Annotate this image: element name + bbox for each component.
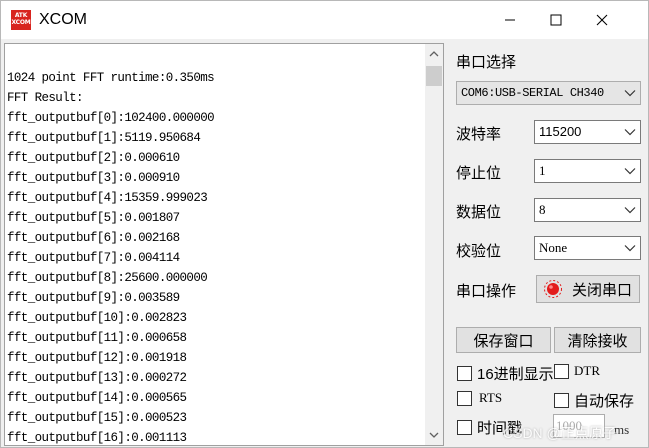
baud-select-value: 115200 [539, 124, 582, 139]
chevron-down-icon [429, 432, 439, 438]
parity-select[interactable]: None [534, 236, 641, 260]
hex-display-label: 16进制显示 [477, 366, 554, 383]
output-line: fft_outputbuf[9]:0.003589 [7, 291, 180, 305]
close-icon [596, 14, 608, 26]
port-select[interactable]: COM6:USB-SERIAL CH340 [456, 81, 641, 105]
port-operation-label: 串口操作 [456, 283, 517, 300]
checkbox-box[interactable] [457, 366, 472, 381]
maximize-button[interactable] [533, 1, 579, 39]
title-bar[interactable]: ATK XCOM XCOM [1, 1, 648, 39]
scroll-down-button[interactable] [425, 425, 443, 445]
close-port-label: 关闭串口 [572, 281, 633, 299]
chevron-down-icon [624, 168, 636, 175]
close-button[interactable] [579, 1, 625, 39]
checkbox-box[interactable] [554, 363, 569, 379]
hex-display-checkbox[interactable]: 16进制显示 [457, 363, 554, 384]
output-line: fft_outputbuf[12]:0.001918 [7, 351, 187, 365]
auto-save-label: 自动保存 [574, 393, 635, 410]
app-logo-icon: ATK XCOM [11, 10, 31, 30]
output-line: fft_outputbuf[2]:0.000610 [7, 151, 180, 165]
output-line: fft_outputbuf[16]:0.001113 [7, 431, 187, 445]
scroll-up-button[interactable] [425, 44, 443, 64]
chevron-down-icon [624, 245, 636, 252]
close-port-button[interactable]: 关闭串口 [536, 275, 640, 303]
port-select-label: 串口选择 [456, 54, 517, 71]
baud-label: 波特率 [456, 126, 502, 143]
rts-label: RTS [479, 390, 503, 405]
chevron-down-icon [624, 207, 636, 214]
output-line: fft_outputbuf[10]:0.002823 [7, 311, 187, 325]
checkbox-box[interactable] [457, 420, 472, 435]
output-line: fft_outputbuf[1]:5119.950684 [7, 131, 201, 145]
chevron-down-icon [624, 129, 636, 136]
output-line: fft_outputbuf[13]:0.000272 [7, 371, 187, 385]
output-line: fft_outputbuf[11]:0.000658 [7, 331, 187, 345]
output-line: fft_outputbuf[0]:102400.000000 [7, 111, 215, 125]
output-line: fft_outputbuf[6]:0.002168 [7, 231, 180, 245]
dtr-checkbox[interactable]: DTR [554, 363, 600, 379]
output-text: 1024 point FFT runtime:0.350ms FFT Result… [7, 68, 421, 445]
scroll-thumb[interactable] [426, 66, 442, 86]
maximize-icon [550, 14, 562, 26]
chevron-up-icon [429, 51, 439, 57]
rts-checkbox[interactable]: RTS [457, 390, 502, 406]
stop-bits-label: 停止位 [456, 165, 502, 182]
output-line: fft_outputbuf[5]:0.001807 [7, 211, 180, 225]
minimize-button[interactable] [487, 1, 533, 39]
window-title: XCOM [39, 11, 87, 28]
stop-bits-value: 1 [539, 163, 546, 178]
auto-save-checkbox[interactable]: 自动保存 [554, 390, 634, 411]
output-line: fft_outputbuf[7]:0.004114 [7, 251, 180, 265]
vertical-scrollbar[interactable] [425, 44, 443, 445]
clear-receive-button[interactable]: 清除接收 [554, 327, 641, 353]
watermark: CSDN @正点原子 [503, 425, 617, 441]
led-indicator-icon [544, 280, 562, 298]
data-bits-label: 数据位 [456, 204, 502, 221]
chevron-down-icon [624, 90, 636, 97]
baud-select[interactable]: 115200 [534, 120, 641, 144]
output-line: fft_outputbuf[3]:0.000910 [7, 171, 180, 185]
minimize-icon [505, 19, 515, 21]
stop-bits-select[interactable]: 1 [534, 159, 641, 183]
output-line: fft_outputbuf[4]:15359.999023 [7, 191, 208, 205]
output-line: 1024 point FFT runtime:0.350ms [7, 71, 215, 85]
data-bits-value: 8 [539, 202, 546, 217]
parity-label: 校验位 [456, 243, 502, 260]
xcom-window: ATK XCOM XCOM 1024 point FFT runtime:0.35… [0, 0, 649, 448]
parity-value: None [539, 240, 568, 255]
dtr-label: DTR [574, 363, 600, 378]
save-window-button[interactable]: 保存窗口 [456, 327, 551, 353]
output-line: fft_outputbuf[8]:25600.000000 [7, 271, 208, 285]
output-line: fft_outputbuf[15]:0.000523 [7, 411, 187, 425]
checkbox-box[interactable] [554, 393, 569, 408]
receive-output-area[interactable]: 1024 point FFT runtime:0.350ms FFT Result… [4, 43, 444, 446]
data-bits-select[interactable]: 8 [534, 198, 641, 222]
port-select-value: COM6:USB-SERIAL CH340 [461, 86, 604, 100]
output-line: FFT Result: [7, 91, 84, 105]
output-line: fft_outputbuf[14]:0.000565 [7, 391, 187, 405]
checkbox-box[interactable] [457, 390, 472, 406]
